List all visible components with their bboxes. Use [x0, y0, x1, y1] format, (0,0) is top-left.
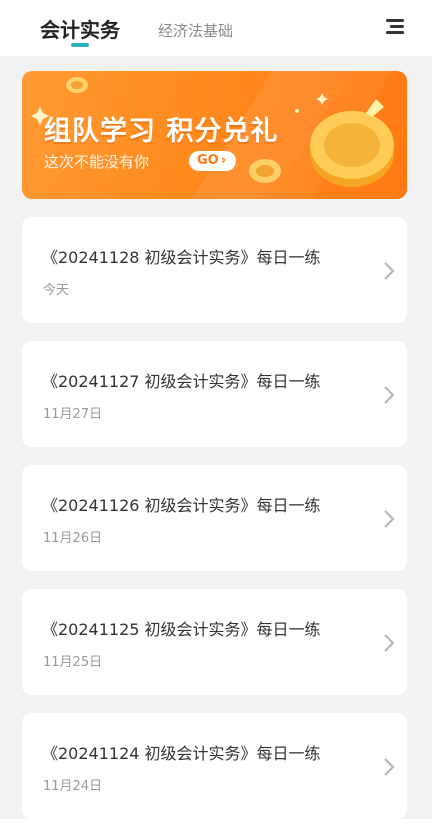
chevron-right-icon	[384, 510, 395, 528]
list-item[interactable]: 《20241128 初级会计实务》每日一练 今天	[22, 217, 407, 323]
list-item-date: 11月26日	[43, 531, 103, 546]
list-item-title: 《20241128 初级会计实务》每日一练	[42, 248, 321, 267]
list-item-date: 11月25日	[43, 655, 103, 670]
banner-go-button[interactable]: GO ›	[189, 151, 237, 171]
list-item-title: 《20241124 初级会计实务》每日一练	[42, 744, 321, 763]
list-item-title: 《20241127 初级会计实务》每日一练	[42, 372, 321, 391]
banner-go-label: GO	[197, 153, 219, 168]
chevron-right-icon: ›	[220, 153, 227, 168]
list-item[interactable]: 《20241126 初级会计实务》每日一练 11月26日	[22, 465, 407, 571]
list-item-date: 11月24日	[43, 779, 103, 794]
list-item-date: 今天	[43, 283, 70, 298]
chevron-right-icon	[384, 262, 395, 280]
active-tab-indicator	[71, 43, 89, 47]
banner-title: 组队学习 积分兑礼	[44, 116, 279, 147]
chevron-right-icon	[384, 386, 395, 404]
tab-kuaiji-shiwu[interactable]: 会计实务	[40, 14, 120, 43]
promo-banner[interactable]: 组队学习 积分兑礼 这次不能没有你 GO ›	[22, 71, 407, 199]
chevron-right-icon	[384, 758, 395, 776]
tab-jingjifa-jichu[interactable]: 经济法基础	[158, 20, 233, 41]
chevron-right-icon	[384, 634, 395, 652]
list-item-date: 11月27日	[43, 407, 103, 422]
top-tab-bar: 会计实务 经济法基础	[0, 0, 432, 56]
list-item-title: 《20241126 初级会计实务》每日一练	[42, 496, 321, 515]
list-item[interactable]: 《20241125 初级会计实务》每日一练 11月25日	[22, 589, 407, 695]
banner-subtitle: 这次不能没有你	[44, 153, 150, 171]
menu-icon[interactable]	[386, 18, 408, 36]
list-item[interactable]: 《20241124 初级会计实务》每日一练 11月24日	[22, 713, 407, 819]
list-item-title: 《20241125 初级会计实务》每日一练	[42, 620, 321, 639]
list-item[interactable]: 《20241127 初级会计实务》每日一练 11月27日	[22, 341, 407, 447]
